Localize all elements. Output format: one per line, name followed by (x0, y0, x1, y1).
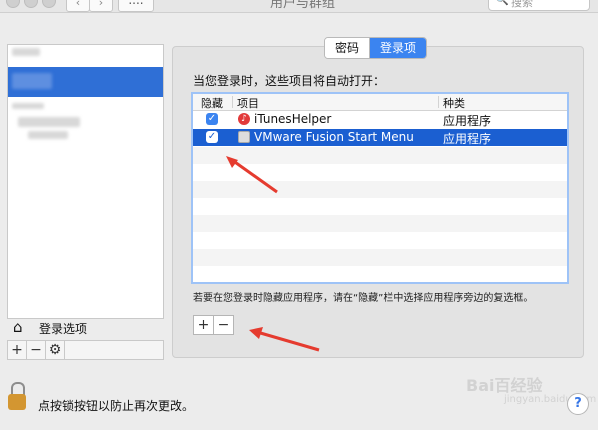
annotation-arrow (249, 327, 320, 352)
empty-row (193, 198, 567, 215)
chevron-left-icon: ‹ (75, 0, 81, 9)
search-icon: 🔍 (495, 0, 509, 6)
help-button[interactable]: ? (567, 393, 589, 415)
tab-login-items[interactable]: 登录项 (370, 38, 427, 58)
search-placeholder: 搜索 (511, 0, 533, 9)
hide-checkbox[interactable]: ✓ (206, 131, 218, 143)
blurred-user-entry (12, 73, 52, 89)
zoom-window-button[interactable] (42, 0, 56, 8)
column-kind[interactable]: 种类 (443, 95, 465, 111)
lock-icon[interactable] (8, 382, 26, 410)
close-window-button[interactable] (6, 0, 20, 8)
tab-bar: 密码 登录项 (324, 37, 428, 59)
empty-row (193, 249, 567, 266)
annotation-arrow (226, 156, 278, 194)
item-name: iTunesHelper (254, 112, 332, 126)
minimize-window-button[interactable] (24, 0, 38, 8)
blurred-user-entry (12, 48, 40, 56)
blurred-user-entry (12, 103, 44, 109)
remove-user-button[interactable]: − (27, 341, 46, 359)
chevron-right-icon: › (98, 0, 104, 9)
add-item-button[interactable]: + (194, 316, 214, 334)
table-header: 隐藏 项目 种类 (193, 94, 567, 111)
hide-hint-text: 若要在您登录时隐藏应用程序，请在“隐藏”栏中选择应用程序旁边的复选框。 (193, 293, 534, 304)
column-divider (438, 96, 439, 108)
add-user-button[interactable]: + (8, 341, 27, 359)
user-list (7, 44, 164, 319)
title-bar: ‹ › .... 用户与群组 🔍 搜索 (0, 0, 598, 13)
sidebar-button-bar: + − ⚙ (7, 340, 164, 360)
forward-button[interactable]: › (89, 0, 113, 12)
search-field[interactable]: 🔍 搜索 (488, 0, 590, 11)
back-button[interactable]: ‹ (66, 0, 90, 12)
login-items-intro: 当您登录时，这些项目将自动打开： (193, 74, 386, 88)
table-row[interactable]: ✓ VMware Fusion Start Menu 应用程序 (193, 129, 567, 146)
item-kind: 应用程序 (443, 132, 492, 146)
login-options-label: 登录选项 (39, 322, 88, 336)
tab-password[interactable]: 密码 (325, 38, 371, 58)
remove-item-button[interactable]: − (214, 316, 233, 334)
itunes-icon: ♪ (238, 113, 250, 125)
empty-row (193, 215, 567, 232)
table-row[interactable]: ✓ ♪ iTunesHelper 应用程序 (193, 111, 567, 128)
column-item[interactable]: 项目 (237, 95, 259, 111)
empty-row (193, 266, 567, 282)
hide-checkbox[interactable]: ✓ (206, 113, 218, 125)
item-kind: 应用程序 (443, 114, 492, 128)
window-title: 用户与群组 (270, 0, 336, 11)
item-name: VMware Fusion Start Menu (254, 130, 414, 144)
house-icon: ⌂ (13, 318, 23, 336)
vmware-icon (238, 131, 250, 143)
blurred-user-entry (28, 131, 68, 139)
column-divider (232, 96, 233, 108)
lock-body (8, 394, 26, 410)
gear-icon[interactable]: ⚙ (46, 341, 65, 359)
empty-row (193, 232, 567, 249)
watermark-logo: Bai百经验 (466, 376, 543, 395)
column-hide[interactable]: 隐藏 (201, 95, 223, 111)
blurred-user-entry (18, 117, 80, 127)
selected-user-row[interactable] (8, 67, 163, 97)
add-remove-control: + − (193, 315, 234, 335)
lock-hint-text: 点按锁按钮以防止再次更改。 (38, 399, 195, 413)
login-options-item[interactable]: ⌂ 登录选项 (7, 317, 162, 338)
show-all-button[interactable]: .... (118, 0, 154, 12)
